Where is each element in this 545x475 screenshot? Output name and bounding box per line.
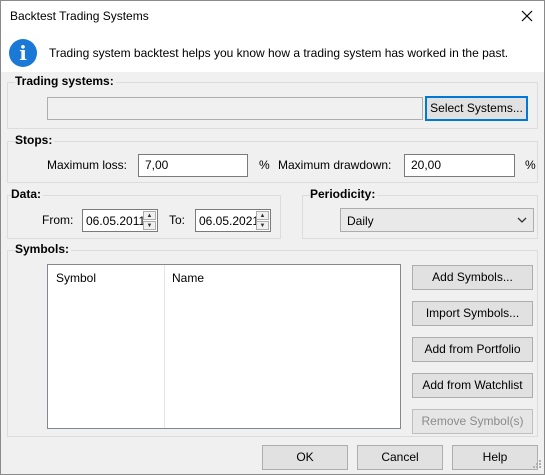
remove-symbols-button: Remove Symbol(s) bbox=[412, 409, 533, 434]
max-loss-unit: % bbox=[259, 158, 270, 172]
to-date-spinner[interactable]: ▲ ▼ bbox=[256, 211, 269, 230]
select-systems-button[interactable]: Select Systems... bbox=[425, 96, 528, 121]
column-header-symbol[interactable]: Symbol bbox=[56, 271, 96, 285]
column-header-name[interactable]: Name bbox=[172, 271, 204, 285]
spin-up-icon[interactable]: ▲ bbox=[256, 211, 269, 220]
backtest-dialog: Backtest Trading Systems i Trading syste… bbox=[0, 0, 545, 475]
trading-systems-label: Trading systems: bbox=[15, 74, 116, 88]
periodicity-value: Daily bbox=[347, 214, 374, 228]
add-from-watchlist-button[interactable]: Add from Watchlist bbox=[412, 373, 533, 398]
max-loss-field[interactable]: 7,00 bbox=[138, 154, 248, 177]
spin-down-icon[interactable]: ▼ bbox=[256, 221, 269, 230]
resize-grip-icon[interactable] bbox=[532, 458, 542, 472]
spin-down-icon[interactable]: ▼ bbox=[143, 221, 156, 230]
to-date-picker[interactable]: 06.05.2021 ▲ ▼ bbox=[195, 209, 271, 232]
cancel-button[interactable]: Cancel bbox=[357, 445, 443, 470]
import-symbols-button[interactable]: Import Symbols... bbox=[412, 301, 533, 326]
add-from-portfolio-button[interactable]: Add from Portfolio bbox=[412, 337, 533, 362]
chevron-down-icon bbox=[515, 212, 529, 231]
max-drawdown-unit: % bbox=[525, 158, 536, 172]
info-text: Trading system backtest helps you know h… bbox=[49, 46, 509, 60]
max-drawdown-field[interactable]: 20,00 bbox=[404, 154, 515, 177]
title-bar: Backtest Trading Systems bbox=[1, 1, 544, 32]
symbols-list[interactable]: Symbol Name bbox=[47, 264, 401, 429]
data-label: Data: bbox=[11, 187, 44, 201]
column-divider[interactable] bbox=[164, 265, 165, 428]
symbols-label: Symbols: bbox=[15, 242, 72, 256]
to-label: To: bbox=[169, 213, 186, 227]
ok-button[interactable]: OK bbox=[262, 445, 348, 470]
periodicity-select[interactable]: Daily bbox=[340, 208, 534, 232]
from-date-spinner[interactable]: ▲ ▼ bbox=[143, 211, 156, 230]
add-symbols-button[interactable]: Add Symbols... bbox=[412, 265, 533, 290]
window-title: Backtest Trading Systems bbox=[10, 9, 149, 23]
help-button[interactable]: Help bbox=[452, 445, 538, 470]
max-loss-label: Maximum loss: bbox=[47, 158, 128, 172]
from-date-value: 06.05.2011 bbox=[86, 214, 146, 228]
spin-up-icon[interactable]: ▲ bbox=[143, 211, 156, 220]
periodicity-label: Periodicity: bbox=[310, 187, 378, 201]
from-date-picker[interactable]: 06.05.2011 ▲ ▼ bbox=[82, 209, 158, 232]
info-icon: i bbox=[9, 39, 37, 67]
close-icon[interactable] bbox=[518, 7, 536, 25]
stops-label: Stops: bbox=[15, 133, 55, 147]
max-drawdown-label: Maximum drawdown: bbox=[278, 158, 392, 172]
to-date-value: 06.05.2021 bbox=[199, 214, 260, 228]
trading-systems-field bbox=[47, 97, 423, 120]
from-label: From: bbox=[42, 213, 74, 227]
